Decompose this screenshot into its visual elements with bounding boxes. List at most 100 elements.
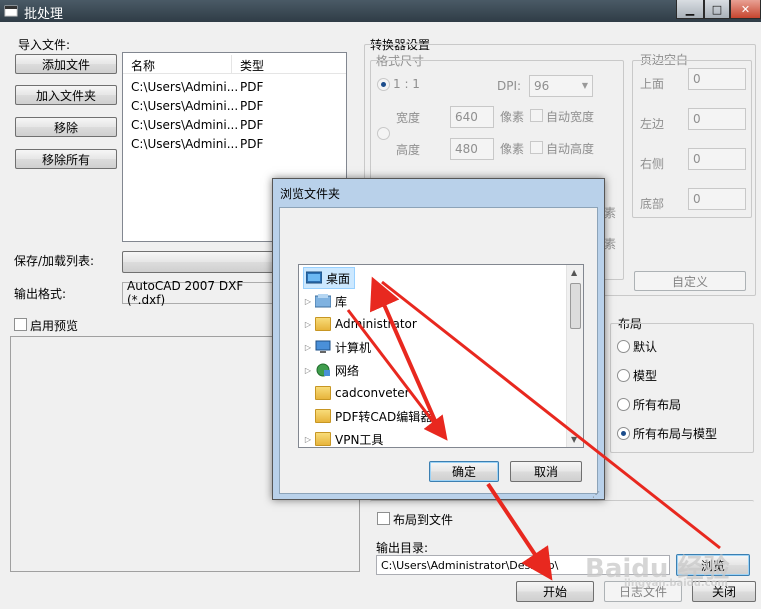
file-type: PDF [240,80,264,94]
column-header-name[interactable]: 名称 [131,57,155,74]
custom-size-radio[interactable] [377,127,390,140]
file-name: C:\Users\Admini... [131,118,239,132]
save-load-list-button[interactable] [122,251,282,273]
tree-item-label: Administrator [335,317,417,331]
dialog-body: 桌面 ▷ 库 ▷ Administrator ▷ 计算机 ▷ 网络 cadcon… [279,207,598,494]
app-icon [4,4,18,18]
file-name: C:\Users\Admini... [131,80,239,94]
tree-item-library[interactable]: ▷ 库 [303,290,347,312]
resize-grip-icon[interactable]: ⋰ [592,490,600,499]
output-format-select[interactable]: AutoCAD 2007 DXF (*.dxf) [122,279,282,307]
auto-width-checkbox[interactable] [530,109,543,122]
ok-button[interactable]: 确定 [429,461,499,482]
expand-arrow-icon[interactable]: ▷ [303,435,313,444]
margin-right-value: 0 [693,152,701,166]
tree-item-pdf-to-cad[interactable]: PDF转CAD编辑器 [313,405,432,427]
margin-top-value: 0 [693,72,701,86]
file-name: C:\Users\Admini... [131,99,239,113]
minimize-button[interactable]: ▁ [676,0,704,19]
width-unit-label: 像素 [500,110,525,124]
layout-option-all-layouts-and-model: 所有布局与模型 [633,427,718,441]
remove-all-button[interactable]: 移除所有 [15,149,117,169]
close-window-button[interactable]: ✕ [730,0,761,19]
margin-left-field[interactable]: 0 [688,108,746,130]
folder-icon [315,409,331,423]
file-type: PDF [240,99,264,113]
cancel-button[interactable]: 取消 [510,461,582,482]
tree-item-label: cadconveter [335,386,410,400]
layout-option-all-layouts: 所有布局 [633,398,682,412]
tree-item-label: 计算机 [335,340,372,355]
title-bar: 批处理 ▁ □ ✕ [0,0,761,22]
output-format-label: 输出格式: [14,287,67,301]
user-folder-icon [315,317,331,331]
margin-bottom-field[interactable]: 0 [688,188,746,210]
add-file-button[interactable]: 添加文件 [15,54,117,74]
custom-button[interactable]: 自定义 [634,271,746,291]
baidu-watermark-url: jingyan.baidu.com [624,578,728,589]
file-row[interactable]: C:\Users\Admini... PDF [123,135,346,154]
scroll-up-icon[interactable]: ▲ [571,268,577,277]
expand-arrow-icon[interactable]: ▷ [303,343,313,352]
column-header-type[interactable]: 类型 [240,57,264,74]
expand-arrow-icon[interactable]: ▷ [303,320,313,329]
auto-height-checkbox[interactable] [530,141,543,154]
folder-icon [315,386,331,400]
tree-item-desktop[interactable]: 桌面 [303,267,356,289]
layout-radio-all-layouts-and-model[interactable] [617,427,630,440]
width-field[interactable]: 640 [450,106,494,128]
desktop-icon [305,271,323,285]
layout-radio-default[interactable] [617,340,630,353]
remove-button[interactable]: 移除 [15,117,117,137]
layout-to-file-label: 布局到文件 [393,513,454,527]
tree-item-network[interactable]: ▷ 网络 [303,359,359,381]
file-type: PDF [240,118,264,132]
layout-radio-all-layouts[interactable] [617,398,630,411]
file-name: C:\Users\Admini... [131,137,239,151]
margin-left-label: 左边 [640,117,665,131]
file-row[interactable]: C:\Users\Admini... PDF [123,97,346,116]
file-row[interactable]: C:\Users\Admini... PDF [123,116,346,135]
folder-icon [315,432,331,446]
scroll-thumb[interactable] [570,283,581,329]
tree-item-computer[interactable]: ▷ 计算机 [303,336,371,358]
height-field[interactable]: 480 [450,138,494,160]
margin-right-field[interactable]: 0 [688,148,746,170]
chevron-down-icon: ▼ [581,81,588,90]
auto-width-label: 自动宽度 [546,110,595,124]
width-value: 640 [455,110,478,124]
maximize-button[interactable]: □ [704,0,730,19]
window-title: 批处理 [24,7,64,22]
computer-icon [315,340,331,354]
file-type: PDF [240,137,264,151]
margin-bottom-value: 0 [693,192,701,206]
margin-top-field[interactable]: 0 [688,68,746,90]
start-button[interactable]: 开始 [516,581,594,602]
folder-tree[interactable]: 桌面 ▷ 库 ▷ Administrator ▷ 计算机 ▷ 网络 cadcon… [298,264,584,448]
library-icon [314,294,332,308]
height-unit-label: 像素 [500,142,525,156]
enable-preview-checkbox[interactable] [14,318,27,331]
ratio-radio[interactable] [377,78,390,91]
dpi-select[interactable]: 96 ▼ [529,75,593,97]
layout-radio-model[interactable] [617,369,630,382]
tree-scrollbar[interactable]: ▲ ▼ [566,265,583,447]
add-folder-button[interactable]: 加入文件夹 [15,85,117,105]
tree-item-label: PDF转CAD编辑器 [335,409,433,424]
expand-arrow-icon[interactable]: ▷ [303,297,313,306]
layout-to-file-checkbox[interactable] [377,512,390,525]
tree-item-label: VPN工具 [335,432,384,447]
tree-item-cadconveter[interactable]: cadconveter [313,382,410,404]
layout-option-model: 模型 [633,369,658,383]
tree-item-vpn-tools[interactable]: ▷ VPN工具 [303,428,383,450]
margin-top-label: 上面 [640,77,665,91]
file-row[interactable]: C:\Users\Admini... PDF [123,78,346,97]
output-dir-value: C:\Users\Administrator\Desktop\ [381,558,559,572]
tree-item-administrator[interactable]: ▷ Administrator [303,313,417,335]
margin-left-value: 0 [693,112,701,126]
column-divider [231,55,232,73]
scroll-down-icon[interactable]: ▼ [571,435,577,444]
dialog-title: 浏览文件夹 [280,187,341,201]
save-load-list-label: 保存/加载列表: [14,254,95,268]
expand-arrow-icon[interactable]: ▷ [303,366,313,375]
